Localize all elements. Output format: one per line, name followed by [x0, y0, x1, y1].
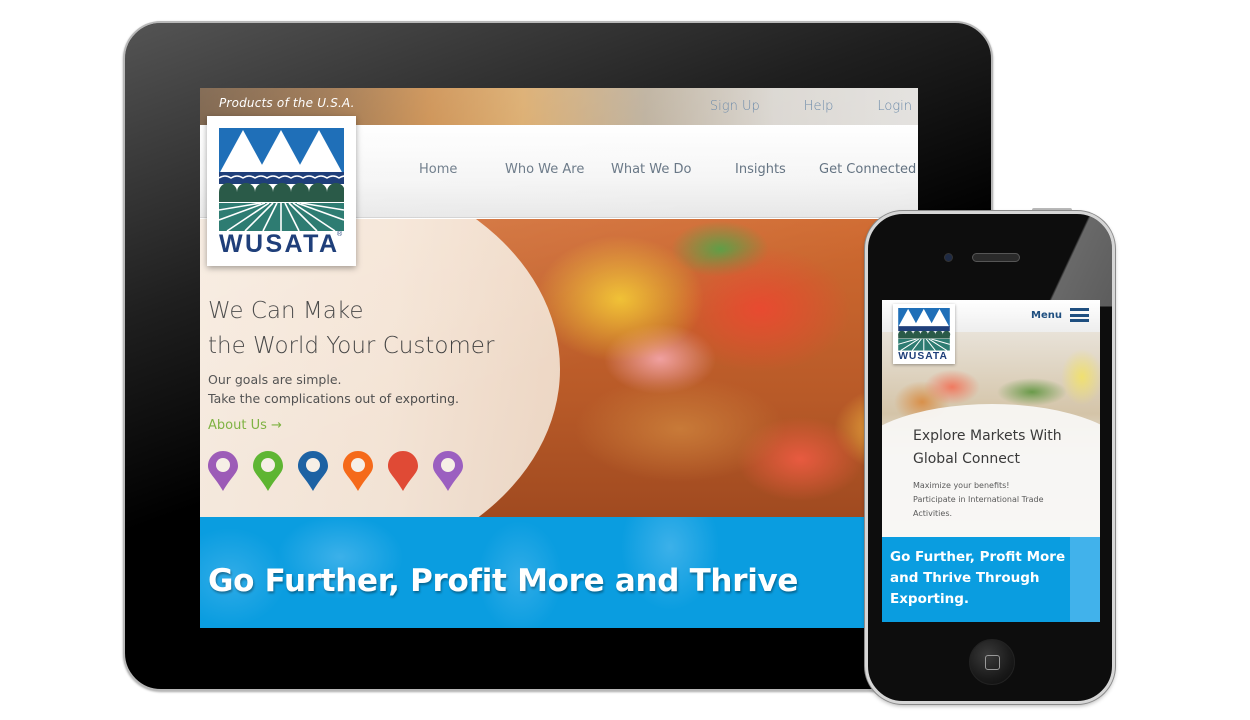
- phone-logo-wordmark: WUSATA: [898, 351, 947, 360]
- home-square-icon: [985, 655, 1000, 670]
- hero-title-line-1: We Can Make: [208, 298, 364, 324]
- phone-hero-body: Maximize your benefits! Participate in I…: [913, 479, 1044, 521]
- logo-wordmark: WUSATA: [219, 230, 337, 254]
- phone-hero-title-line-1: Explore Markets With: [913, 428, 1062, 444]
- hamburger-menu-icon[interactable]: [1070, 308, 1089, 322]
- camera-icon: [944, 253, 953, 262]
- phone-screen: Explore Markets With Global Connect Maxi…: [882, 300, 1100, 622]
- nav-insights[interactable]: Insights: [735, 162, 819, 177]
- nav-home[interactable]: Home: [419, 162, 505, 177]
- main-nav: Home Who We Are What We Do Insights Get …: [419, 162, 916, 177]
- phone-hero-title: Explore Markets With Global Connect: [913, 425, 1062, 471]
- hero-title: We Can Make the World Your Customer: [208, 294, 494, 364]
- phone-hero-body-line-1: Maximize your benefits!: [913, 481, 1010, 490]
- pin-green-icon[interactable]: [253, 451, 283, 491]
- wusata-logo[interactable]: WUSATA ®: [207, 116, 356, 266]
- phone-banner-line-2: and Thrive Through: [890, 570, 1040, 586]
- banner-heading: Go Further, Profit More and Thrive: [208, 563, 799, 599]
- hero-title-line-2: the World Your Customer: [208, 333, 495, 359]
- pin-orange-icon[interactable]: [343, 451, 373, 491]
- phone-hero-title-line-2: Global Connect: [913, 451, 1020, 467]
- nav-get-connected[interactable]: Get Connected: [819, 162, 916, 177]
- phone-logo-mark-icon: WUSATA: [898, 308, 951, 360]
- registered-mark: ®: [337, 230, 343, 238]
- phone-wusata-logo[interactable]: WUSATA: [893, 304, 955, 364]
- hero-body-line-2: Take the complications out of exporting.: [208, 391, 459, 406]
- phone-hero-body-line-3: Activities.: [913, 509, 953, 518]
- pin-blue-icon[interactable]: [298, 451, 328, 491]
- hero-body-line-1: Our goals are simple.: [208, 372, 342, 387]
- menu-label[interactable]: Menu: [1031, 310, 1062, 321]
- pin-purple-icon[interactable]: [208, 451, 238, 491]
- phone-hero-body-line-2: Participate in International Trade: [913, 495, 1044, 504]
- home-button[interactable]: [969, 639, 1015, 685]
- nav-what-we-do[interactable]: What We Do: [611, 162, 735, 177]
- banner: Go Further, Profit More and Thrive: [200, 517, 918, 628]
- phone-banner: Go Further, Profit More and Thrive Throu…: [882, 537, 1100, 622]
- help-link[interactable]: Help: [804, 99, 834, 114]
- about-us-link[interactable]: About Us →: [208, 418, 282, 433]
- sign-up-link[interactable]: Sign Up: [710, 99, 760, 114]
- nav-who-we-are[interactable]: Who We Are: [505, 162, 611, 177]
- hero-body: Our goals are simple. Take the complicat…: [208, 370, 459, 408]
- pin-red-icon[interactable]: [388, 451, 418, 491]
- phone-banner-line-1: Go Further, Profit More: [890, 549, 1066, 565]
- phone-banner-line-3: Exporting.: [890, 591, 970, 607]
- tablet-screen: Products of the U.S.A. Sign Up Help Logi…: [200, 88, 918, 628]
- utility-links: Sign Up Help Login: [666, 99, 912, 114]
- phone-device: Explore Markets With Global Connect Maxi…: [865, 211, 1115, 704]
- logo-mark-icon: WUSATA ®: [219, 128, 344, 254]
- tagline: Products of the U.S.A.: [219, 96, 355, 110]
- pin-violet-icon[interactable]: [433, 451, 463, 491]
- map-pins: [208, 451, 478, 491]
- speaker-icon: [972, 253, 1020, 262]
- login-link[interactable]: Login: [877, 99, 912, 114]
- phone-banner-heading: Go Further, Profit More and Thrive Throu…: [890, 547, 1090, 610]
- tablet-device: Products of the U.S.A. Sign Up Help Logi…: [123, 21, 993, 691]
